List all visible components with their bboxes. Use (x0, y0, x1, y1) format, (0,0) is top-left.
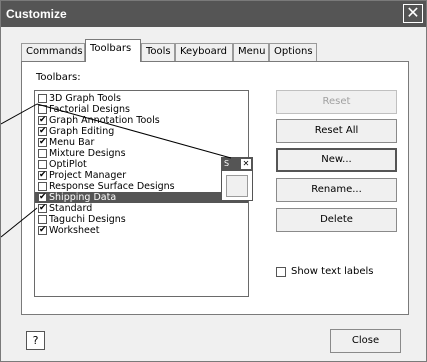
list-item-label: Menu Bar (49, 137, 95, 148)
list-item-selected[interactable]: ✔ Shipping Data (35, 192, 248, 203)
list-item[interactable]: Response Surface Designs (35, 181, 248, 192)
list-item-label: Graph Annotation Tools (49, 115, 160, 126)
list-item-label: OptiPlot (49, 159, 87, 170)
tab-commands[interactable]: Commands (21, 43, 85, 61)
list-item-label: 3D Graph Tools (49, 93, 121, 104)
delete-button[interactable]: Delete (276, 208, 397, 232)
floating-toolbar-body (226, 175, 248, 197)
checkbox[interactable] (38, 94, 47, 103)
checkbox[interactable]: ✔ (38, 115, 47, 125)
checkbox[interactable]: ✔ (38, 137, 47, 147)
reset-all-button[interactable]: Reset All (276, 119, 397, 143)
close-button[interactable]: Close (330, 329, 401, 353)
list-item[interactable]: ✔ Project Manager (35, 170, 248, 181)
checkmark-icon: ✔ (39, 137, 47, 147)
toolbars-list[interactable]: 3D Graph Tools Factorial Designs ✔ Graph… (34, 90, 249, 297)
checkbox[interactable]: ✔ (38, 225, 47, 235)
checkbox[interactable]: ✔ (38, 126, 47, 136)
help-icon[interactable]: ? (26, 331, 45, 350)
list-item-label: Project Manager (49, 170, 127, 181)
checkbox[interactable]: ✔ (38, 170, 47, 180)
floating-toolbar-title: S (224, 159, 230, 168)
list-item[interactable]: Factorial Designs (35, 104, 248, 115)
show-text-labels-label: Show text labels (291, 266, 374, 277)
checkbox[interactable] (38, 105, 47, 114)
checkbox[interactable]: ✔ (38, 192, 47, 202)
title-bar[interactable]: Customize ✕ (1, 1, 426, 27)
checkmark-icon: ✔ (39, 203, 47, 213)
list-item[interactable]: ✔ Graph Editing (35, 126, 248, 137)
checkmark-icon: ✔ (39, 170, 47, 180)
checkbox[interactable]: ✔ (38, 203, 47, 213)
toolbars-label: Toolbars: (36, 72, 81, 83)
tab-tools[interactable]: Tools (141, 43, 175, 61)
floating-toolbar-titlebar[interactable]: S ✕ (222, 158, 252, 171)
checkbox[interactable] (276, 267, 286, 277)
close-icon[interactable]: ✕ (241, 159, 251, 169)
list-item[interactable]: ✔ Menu Bar (35, 137, 248, 148)
list-item-label: Shipping Data (49, 192, 117, 203)
list-item[interactable]: Mixture Designs (35, 148, 248, 159)
list-item-label: Mixture Designs (49, 148, 126, 159)
checkbox[interactable] (38, 215, 47, 224)
list-item[interactable]: ✔ Graph Annotation Tools (35, 115, 248, 126)
list-item-label: Response Surface Designs (49, 181, 175, 192)
list-item[interactable]: 3D Graph Tools (35, 93, 248, 104)
list-item-label: Standard (49, 203, 93, 214)
list-item[interactable]: ✔ Worksheet (35, 225, 248, 236)
tab-options[interactable]: Options (269, 43, 317, 61)
dialog-title: Customize (6, 7, 67, 21)
tab-keyboard[interactable]: Keyboard (175, 43, 233, 61)
checkbox[interactable] (38, 149, 47, 158)
checkmark-icon: ✔ (39, 225, 47, 235)
list-item-label: Worksheet (49, 225, 100, 236)
list-item-label: Graph Editing (49, 126, 115, 137)
new-button[interactable]: New... (276, 148, 397, 172)
list-item[interactable]: ✔ Standard (35, 203, 248, 214)
tab-menu[interactable]: Menu (233, 43, 269, 61)
rename-button[interactable]: Rename... (276, 178, 397, 202)
customize-dialog: Customize ✕ Commands Toolbars Tools Keyb… (0, 0, 427, 362)
reset-button[interactable]: Reset (276, 90, 397, 114)
list-item[interactable]: OptiPlot (35, 159, 248, 170)
checkbox[interactable] (38, 160, 47, 169)
checkbox[interactable] (38, 182, 47, 191)
close-icon[interactable]: ✕ (403, 4, 423, 23)
list-item[interactable]: Taguchi Designs (35, 214, 248, 225)
floating-toolbar[interactable]: S ✕ (221, 157, 253, 201)
list-item-label: Taguchi Designs (49, 214, 126, 225)
list-item-label: Factorial Designs (49, 104, 130, 115)
tab-toolbars[interactable]: Toolbars (85, 39, 141, 62)
